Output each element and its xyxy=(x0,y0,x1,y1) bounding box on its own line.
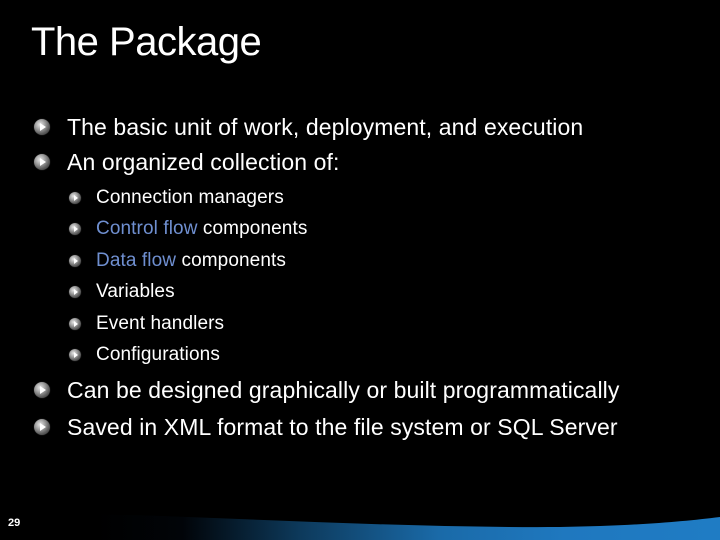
slide-title: The Package xyxy=(31,20,262,64)
sub-bullet-item: Connection managers xyxy=(69,185,284,211)
sub-bullet-text: Configurations xyxy=(96,344,220,365)
slide-number: 29 xyxy=(8,517,21,529)
slide: The Package The basic unit of work, depl… xyxy=(0,0,720,540)
bullet-item: Can be designed graphically or built pro… xyxy=(34,375,619,405)
sub-bullet-text: components xyxy=(197,218,308,239)
bullet-text: Saved in XML format to the file system o… xyxy=(67,413,618,440)
control-flow-link[interactable]: Control flow xyxy=(96,218,198,240)
sub-bullet-text: Connection managers xyxy=(96,187,284,208)
sub-bullet-text: Variables xyxy=(96,281,175,302)
orb-play-bullet-icon xyxy=(34,382,50,398)
orb-play-bullet-icon xyxy=(34,119,50,135)
orb-play-bullet-icon xyxy=(69,192,81,204)
sub-bullet-item: Configurations xyxy=(69,342,220,368)
orb-play-bullet-icon xyxy=(34,154,50,170)
footer-swoosh-shape xyxy=(95,514,720,540)
bullet-text: An organized collection of: xyxy=(67,148,340,175)
bullet-item: The basic unit of work, deployment, and … xyxy=(34,112,583,142)
sub-bullet-item: Data flow components xyxy=(69,248,286,274)
bullet-item: Saved in XML format to the file system o… xyxy=(34,412,618,442)
sub-bullet-item: Event handlers xyxy=(69,311,224,337)
orb-play-bullet-icon xyxy=(69,286,81,298)
sub-bullet-item: Control flow components xyxy=(69,216,307,242)
sub-bullet-text: Event handlers xyxy=(96,313,225,334)
sub-bullet-item: Variables xyxy=(69,279,175,305)
orb-play-bullet-icon xyxy=(69,255,81,267)
orb-play-bullet-icon xyxy=(69,318,81,330)
bullet-text: The basic unit of work, deployment, and … xyxy=(67,113,584,140)
data-flow-link[interactable]: Data flow xyxy=(96,250,176,272)
orb-play-bullet-icon xyxy=(34,419,50,435)
orb-play-bullet-icon xyxy=(69,349,81,361)
bullet-item: An organized collection of: xyxy=(34,147,339,177)
orb-play-bullet-icon xyxy=(69,223,81,235)
footer-swoosh-decoration xyxy=(95,514,720,540)
bullet-text: Can be designed graphically or built pro… xyxy=(67,376,620,403)
sub-bullet-text: components xyxy=(176,250,286,271)
